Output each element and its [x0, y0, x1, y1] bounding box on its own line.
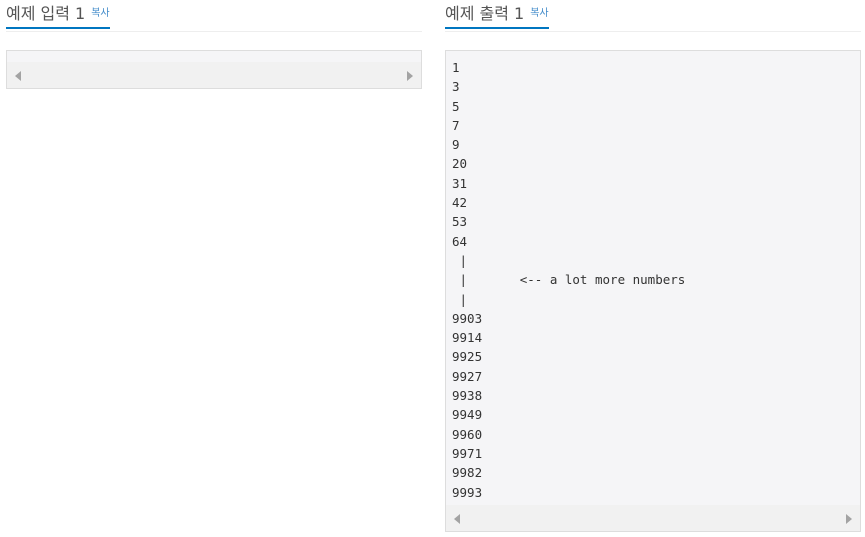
- sample-input-panel: 예제 입력 1 복사: [6, 0, 422, 89]
- sample-input-title: 예제 입력 1: [6, 4, 86, 23]
- output-line: 9925: [452, 349, 483, 365]
- sample-input-horizontal-scrollbar[interactable]: [7, 62, 421, 88]
- sample-output-text: 1 3 5 7 9 20 31 42 53 64 | | <-- a lot more numbe…: [452, 58, 685, 502]
- output-line: 9: [452, 137, 460, 153]
- scroll-right-arrow-icon[interactable]: [846, 514, 852, 524]
- output-line: 20: [452, 156, 468, 172]
- output-line: 9927: [452, 368, 483, 384]
- output-line: 9993: [452, 484, 483, 500]
- output-ellipsis-bar: |: [452, 252, 468, 268]
- sample-input-tab: 예제 입력 1 복사: [6, 0, 110, 29]
- sample-input-box: [6, 50, 422, 89]
- output-line: 7: [452, 117, 460, 133]
- sample-output-copy-button[interactable]: 복사: [530, 3, 548, 25]
- output-line: 9903: [452, 310, 483, 326]
- output-ellipsis-bar: |: [452, 291, 468, 307]
- output-line: 9960: [452, 426, 483, 442]
- sample-input-copy-button[interactable]: 복사: [91, 3, 109, 25]
- sample-output-box: 1 3 5 7 9 20 31 42 53 64 | | <-- a lot more numbe…: [445, 50, 861, 532]
- output-line: 9949: [452, 407, 483, 423]
- sample-output-horizontal-scrollbar[interactable]: [446, 505, 860, 531]
- output-line: 42: [452, 195, 468, 211]
- sample-output-header: 예제 출력 1 복사: [445, 0, 861, 32]
- output-line: 64: [452, 233, 468, 249]
- scroll-left-arrow-icon[interactable]: [15, 71, 21, 81]
- output-line: 9938: [452, 388, 483, 404]
- sample-output-panel: 예제 출력 1 복사 1 3 5 7 9 20 31 42 53 64 | | <-- a lot…: [445, 0, 861, 532]
- output-line: 5: [452, 98, 460, 114]
- output-line: 31: [452, 175, 468, 191]
- output-line: 9982: [452, 465, 483, 481]
- scroll-left-arrow-icon[interactable]: [454, 514, 460, 524]
- output-line: 1: [452, 60, 460, 75]
- output-line: 53: [452, 214, 468, 230]
- scroll-right-arrow-icon[interactable]: [407, 71, 413, 81]
- output-line: 9971: [452, 445, 483, 461]
- output-line: 9914: [452, 330, 483, 346]
- sample-input-header: 예제 입력 1 복사: [6, 0, 422, 32]
- output-annotation: | <-- a lot more numbers: [452, 272, 686, 288]
- output-line: 3: [452, 79, 460, 95]
- sample-output-tab: 예제 출력 1 복사: [445, 0, 549, 29]
- sample-output-title: 예제 출력 1: [445, 4, 525, 23]
